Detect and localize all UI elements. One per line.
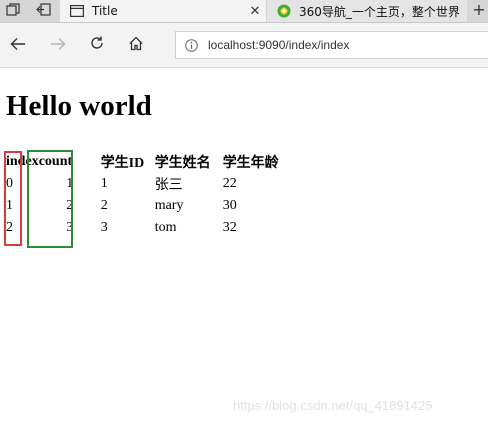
header-index: index	[6, 153, 39, 169]
table-row: 2 3 3 tom 32	[6, 217, 289, 239]
360-logo-icon	[277, 4, 291, 18]
back-button[interactable]	[5, 33, 31, 57]
student-table: index count 学生ID 学生姓名 学生年龄 0 1 1 张三 22 1…	[6, 150, 289, 239]
tab-strip: Title ✕ 360导航_一个主页，整个世界 +	[0, 0, 488, 23]
csdn-watermark: https://blog.csdn.net/qq_41891425	[233, 398, 433, 413]
close-tab-icon[interactable]: ✕	[244, 4, 266, 19]
cell-student-name: 张三	[154, 178, 183, 193]
set-aside-icon	[35, 3, 51, 19]
tab-list-button[interactable]	[0, 0, 26, 22]
tab-360-nav[interactable]: 360导航_一个主页，整个世界	[267, 0, 467, 22]
cell-student-age: 22	[222, 176, 237, 191]
table-row: 0 1 1 张三 22	[6, 173, 289, 195]
back-arrow-icon	[10, 36, 26, 55]
header-student-age: 学生年龄	[222, 155, 279, 171]
cell-index: 2	[6, 220, 13, 235]
header-count: count	[38, 153, 73, 169]
navigation-bar: localhost:9090/index/index	[0, 23, 488, 68]
cell-student-age: 32	[222, 220, 237, 235]
url-text: localhost:9090/index/index	[208, 38, 350, 52]
home-icon	[128, 36, 144, 55]
set-aside-tabs-button[interactable]	[30, 0, 56, 22]
info-icon[interactable]	[185, 38, 198, 52]
tab-list-icon	[6, 3, 20, 19]
address-bar[interactable]: localhost:9090/index/index	[175, 31, 488, 59]
forward-button[interactable]	[45, 33, 71, 57]
cell-student-id: 1	[100, 176, 108, 191]
home-button[interactable]	[123, 33, 149, 57]
header-student-id: 学生ID	[100, 155, 145, 171]
tab-label: 360导航_一个主页，整个世界	[299, 4, 460, 19]
table-row: 1 2 2 mary 30	[6, 195, 289, 217]
refresh-icon	[89, 35, 105, 55]
cell-student-id: 2	[100, 198, 108, 213]
cell-student-name: mary	[154, 198, 184, 213]
cell-count: 2	[66, 198, 74, 213]
new-tab-button[interactable]: +	[470, 0, 488, 22]
table-header-row: index count 学生ID 学生姓名 学生年龄	[6, 150, 289, 173]
page-icon	[70, 4, 84, 18]
cell-count: 1	[66, 176, 74, 191]
tab-label: Title	[92, 4, 118, 18]
cell-index: 1	[6, 198, 13, 213]
cell-index: 0	[6, 176, 13, 191]
header-student-name: 学生姓名	[154, 155, 211, 171]
refresh-button[interactable]	[84, 33, 110, 57]
page-heading: Hello world	[6, 90, 152, 122]
page-content: Hello world index count 学生ID 学生姓名 学生年龄 0…	[0, 68, 488, 425]
forward-arrow-icon	[50, 36, 66, 55]
tab-title[interactable]: Title ✕	[60, 0, 266, 22]
cell-student-name: tom	[154, 220, 177, 235]
cell-count: 3	[66, 220, 74, 235]
cell-student-id: 3	[100, 220, 108, 235]
cell-student-age: 30	[222, 198, 237, 213]
